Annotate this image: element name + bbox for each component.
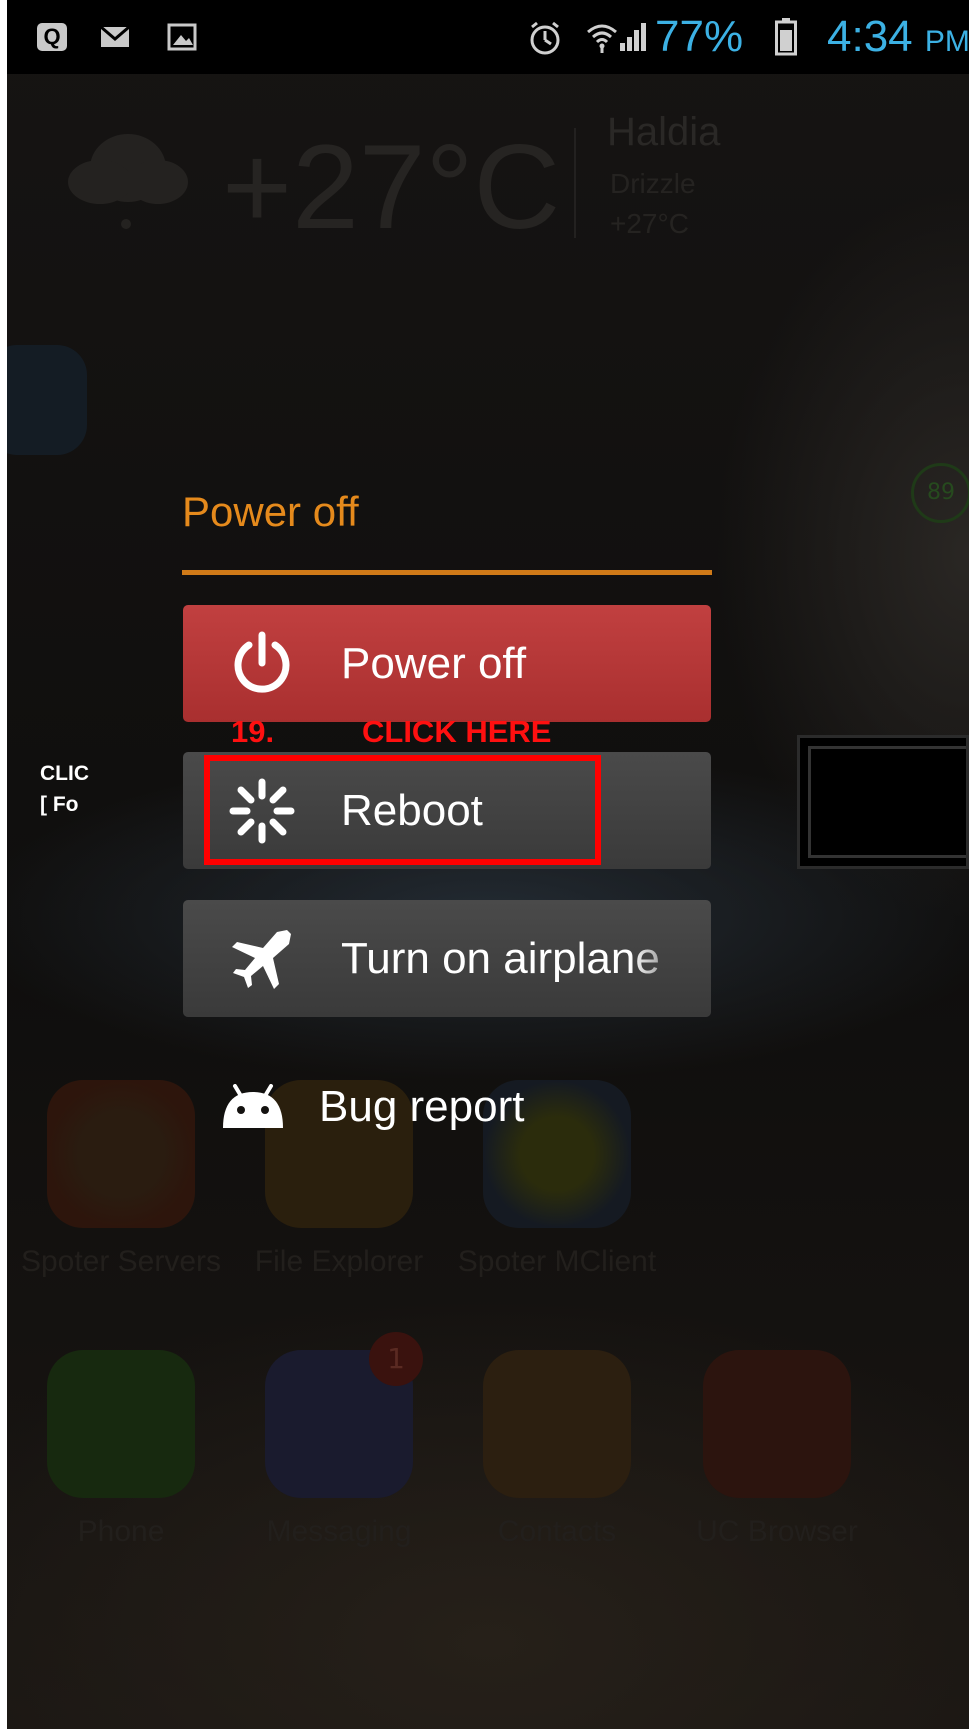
callout-box (797, 735, 969, 869)
app-label: Spoter Servers (20, 1245, 222, 1278)
app-label: Spoter MClient (457, 1245, 657, 1278)
uc-browser-shortcut-icon (7, 345, 87, 455)
image-icon (167, 23, 197, 51)
unread-badge: 1 (369, 1332, 423, 1386)
dock-label: Messaging (266, 1515, 412, 1548)
airplane-mode-label: Turn on airplane (341, 933, 660, 983)
wifi-icon (587, 24, 617, 53)
click-here-label: CLICK HERE (362, 714, 552, 749)
clock: 4:34 PM (827, 12, 969, 62)
bug-report-button[interactable]: Bug report (221, 1078, 741, 1148)
clock-time: 4:34 (827, 12, 913, 61)
alarm-icon (530, 21, 560, 55)
callout-inner-frame (808, 746, 966, 858)
weather-city: Haldia (607, 110, 721, 154)
battery-percent: 77% (655, 12, 744, 61)
quick-q-icon: Q (37, 23, 67, 51)
bug-report-label: Bug report (319, 1082, 525, 1131)
dock-label: Phone (77, 1515, 165, 1548)
spoter-servers-app[interactable] (47, 1080, 195, 1228)
dock-label: UC Browser (696, 1515, 858, 1548)
weather-temperature: +27°C (222, 120, 561, 254)
dialog-title: Power off (182, 488, 359, 535)
dialog-divider (182, 570, 712, 575)
dock-label: Contacts (497, 1515, 617, 1548)
airplane-icon (232, 929, 291, 989)
weather-condition: Drizzle (610, 168, 696, 199)
android-bug-icon (223, 1084, 283, 1128)
speed-badge: 89 (911, 463, 969, 523)
phone-app[interactable] (47, 1350, 195, 1498)
contacts-app[interactable] (483, 1350, 631, 1498)
callout-line-2: [ Fo (40, 793, 79, 816)
uc-browser-app[interactable] (703, 1350, 851, 1498)
power-off-label: Power off (341, 638, 527, 688)
callout-line-1: CLIC (40, 762, 89, 785)
weather-divider (574, 128, 576, 238)
airplane-mode-button[interactable]: Turn on airplane (183, 900, 711, 1017)
app-label: File Explorer (254, 1245, 424, 1278)
signal-icon (620, 23, 646, 51)
step-number: 19. (231, 714, 275, 749)
weather-temp-small: +27°C (610, 208, 689, 239)
power-off-button[interactable]: Power off (183, 605, 711, 722)
battery-icon (775, 18, 797, 56)
power-icon (234, 631, 290, 693)
status-bar: Q 77% 4:34 PM (7, 0, 969, 74)
highlight-box (204, 755, 601, 865)
mail-icon (100, 25, 130, 47)
cloud-icon (68, 134, 188, 229)
clock-ampm: PM (924, 25, 969, 58)
